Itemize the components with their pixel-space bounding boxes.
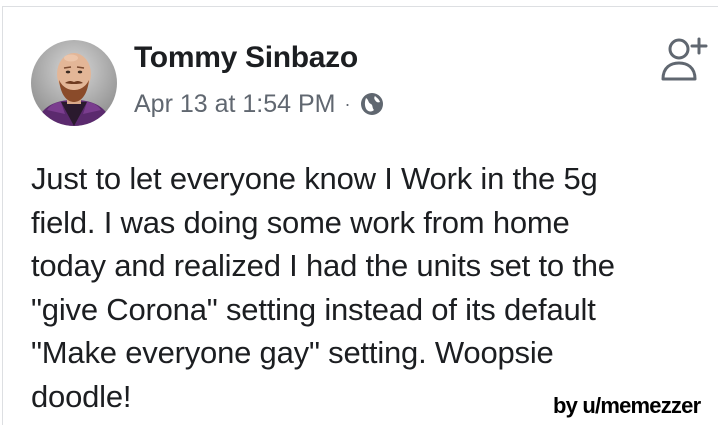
watermark: by u/memezzer xyxy=(553,393,701,418)
user-avatar-image xyxy=(31,40,117,126)
globe-icon[interactable] xyxy=(359,91,385,117)
post-card: Tommy Sinbazo Apr 13 at 1:54 PM · Just t… xyxy=(2,6,718,425)
post-timestamp[interactable]: Apr 13 at 1:54 PM xyxy=(134,90,336,119)
meta-separator: · xyxy=(344,93,351,114)
post-text-line: today and realized I had the units set t… xyxy=(31,248,615,283)
add-friend-icon[interactable] xyxy=(655,31,711,87)
post-text-line: "Make everyone gay" setting. Woopsie xyxy=(31,335,554,370)
post-text-line: field. I was doing some work from home xyxy=(31,204,570,240)
post-text-line: "give Corona" setting instead of its def… xyxy=(31,291,596,327)
author-name[interactable]: Tommy Sinbazo xyxy=(134,41,358,75)
post-text: Just to let everyone know I Work in the … xyxy=(31,157,711,418)
post-meta: Apr 13 at 1:54 PM · xyxy=(134,88,385,120)
post-text-line: Just to let everyone know I Work in the … xyxy=(31,161,598,196)
avatar[interactable] xyxy=(31,40,117,126)
